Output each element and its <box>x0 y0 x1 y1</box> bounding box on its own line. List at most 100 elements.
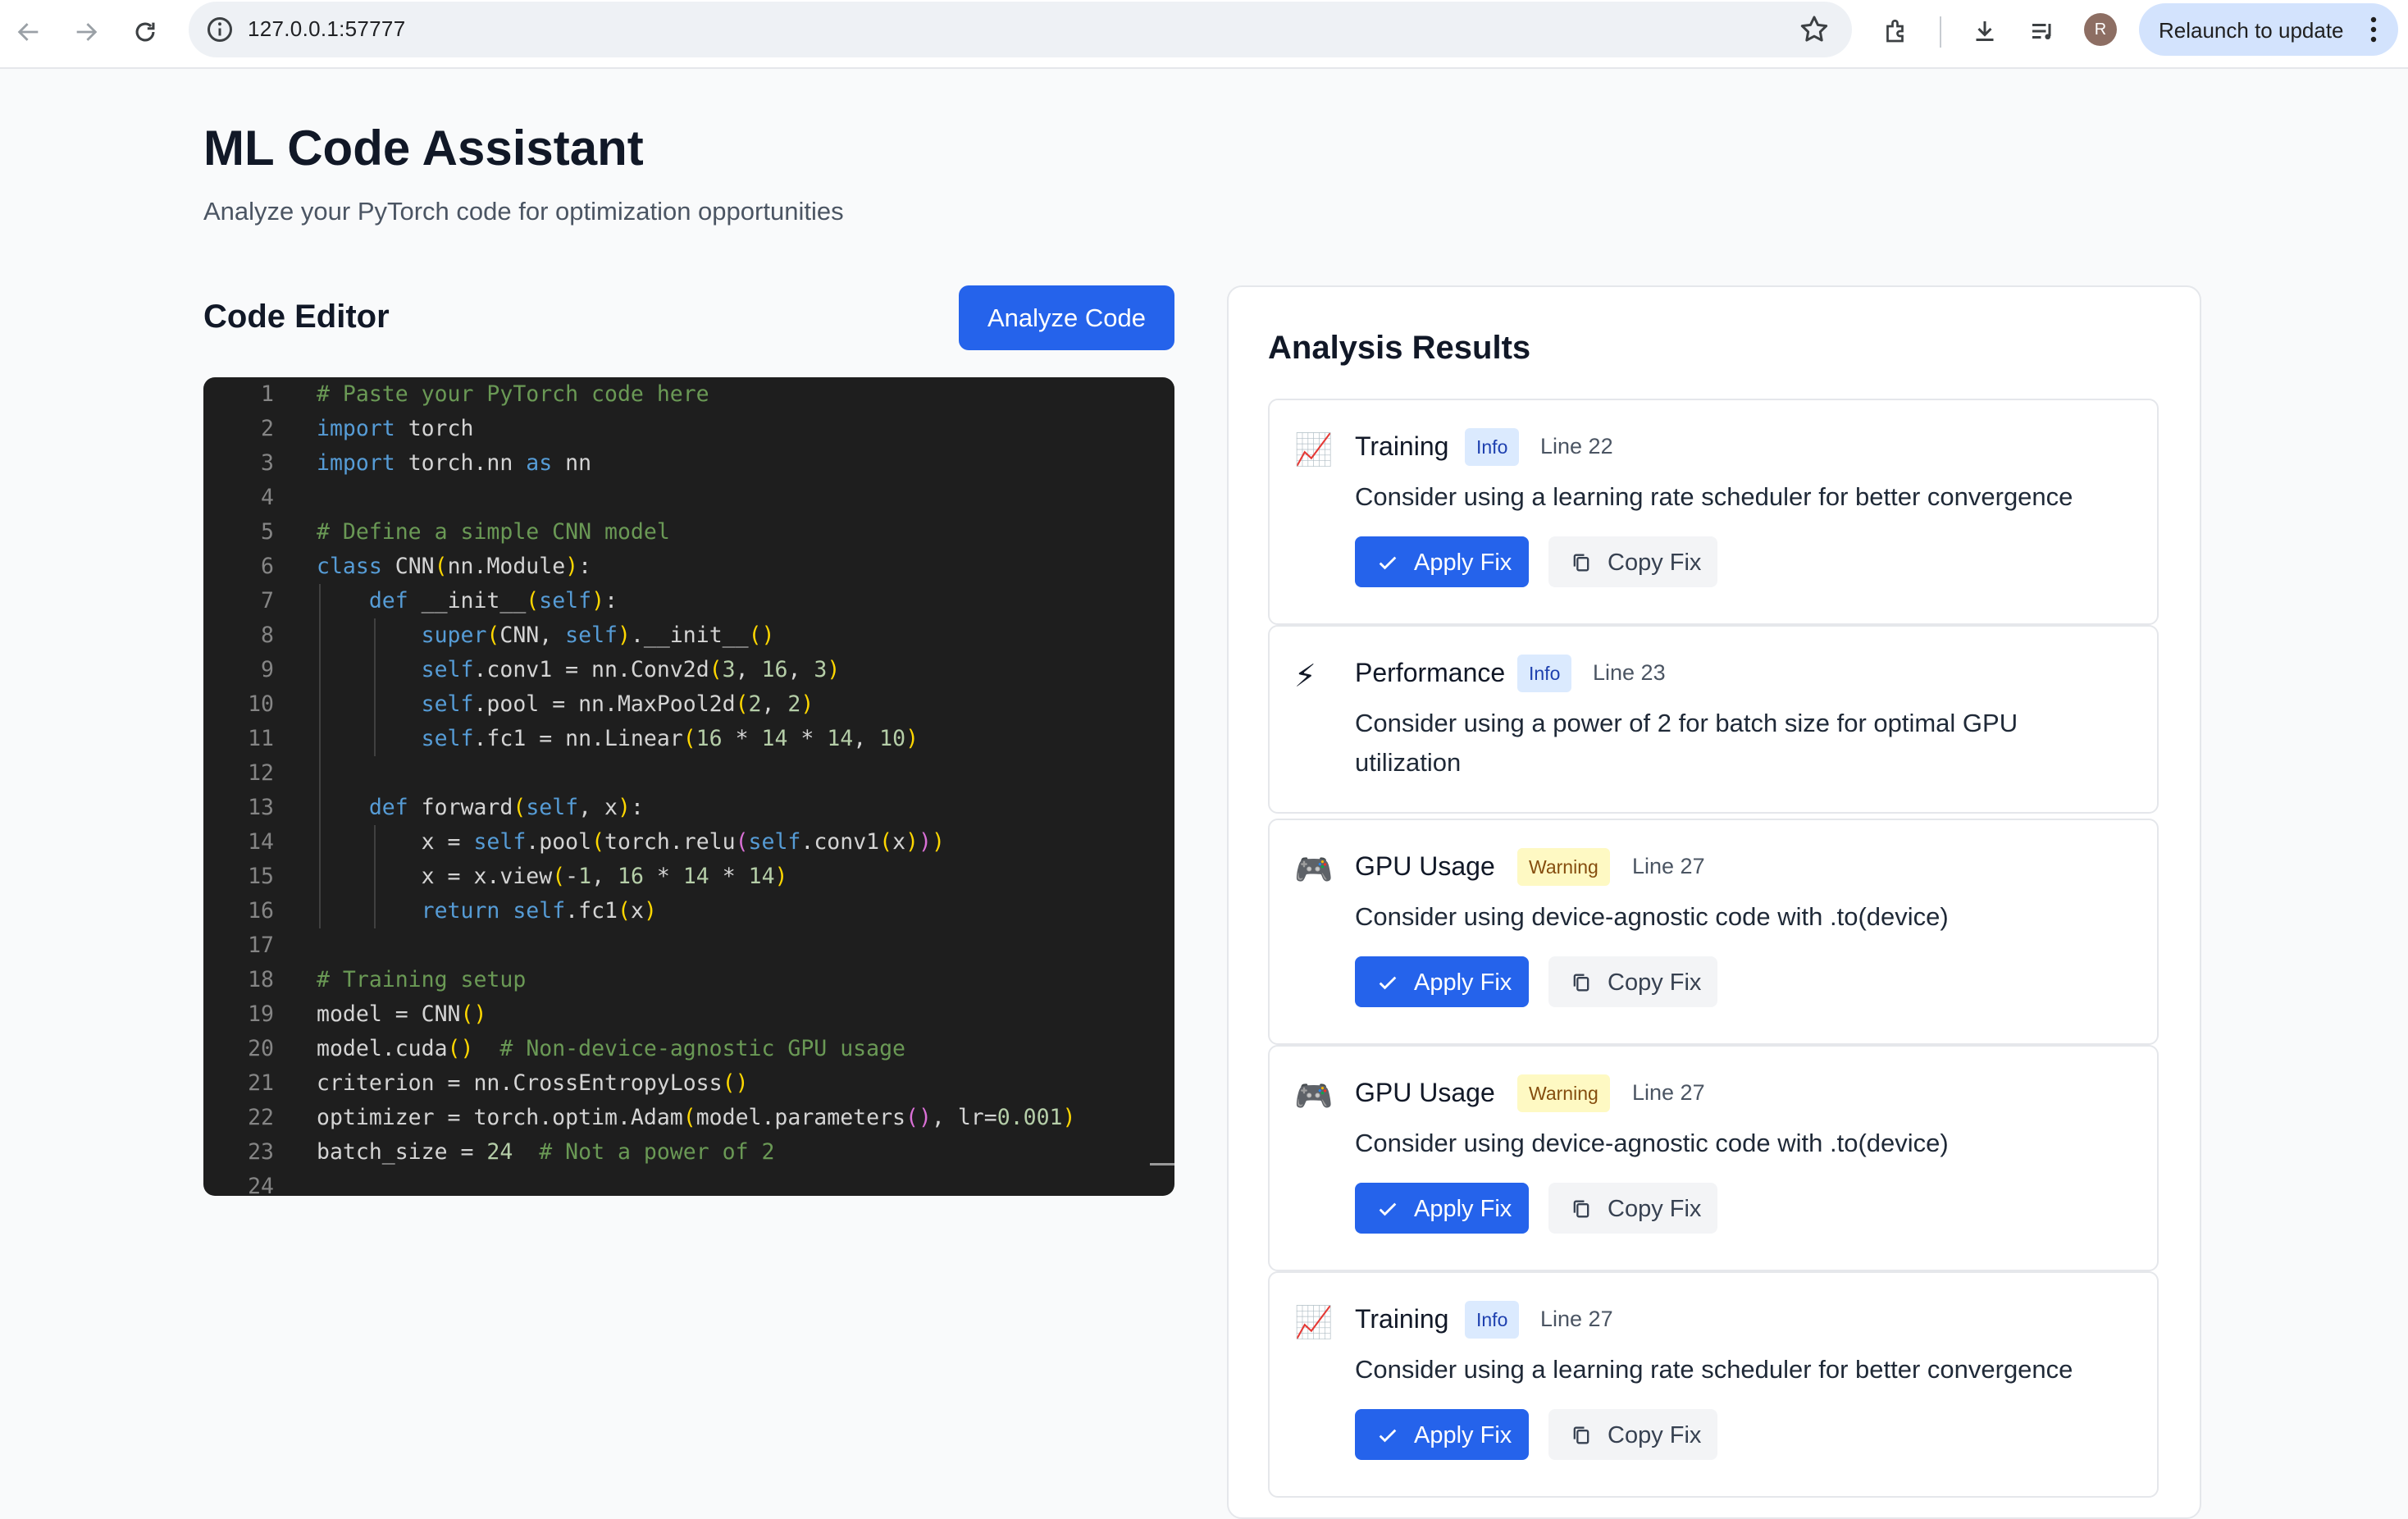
code-text[interactable]: x = self.pool(torch.relu(self.conv1(x))) <box>317 825 945 860</box>
code-text[interactable]: return self.fc1(x) <box>317 894 657 928</box>
code-line[interactable]: 14 x = self.pool(torch.relu(self.conv1(x… <box>203 825 1174 860</box>
line-number: 5 <box>261 519 274 545</box>
page-subtitle: Analyze your PyTorch code for optimizati… <box>203 197 844 226</box>
editor-scrollbar[interactable] <box>1150 1163 1174 1165</box>
code-line[interactable]: 13 def forward(self, x): <box>203 791 1174 825</box>
relaunch-label: Relaunch to update <box>2159 18 2344 43</box>
apply-fix-button[interactable]: Apply Fix <box>1355 536 1529 587</box>
severity-badge: Info <box>1517 655 1572 692</box>
copy-fix-button[interactable]: Copy Fix <box>1548 1183 1717 1234</box>
apply-fix-button[interactable]: Apply Fix <box>1355 1183 1529 1234</box>
code-line[interactable]: 15 x = x.view(-1, 16 * 14 * 14) <box>203 860 1174 894</box>
download-icon[interactable] <box>1967 13 2003 49</box>
bookmark-star-icon[interactable] <box>1798 13 1831 46</box>
line-number: 3 <box>261 450 274 476</box>
code-text[interactable]: x = x.view(-1, 16 * 14 * 14) <box>317 860 788 894</box>
copy-fix-button[interactable]: Copy Fix <box>1548 1409 1717 1460</box>
back-arrow-icon[interactable] <box>10 13 48 51</box>
line-number: 6 <box>261 554 274 579</box>
result-card: ⚡ Performance Info Line 23 Consider using a … <box>1268 625 2159 814</box>
indent-guide <box>374 618 376 756</box>
media-controls-icon[interactable] <box>2024 13 2060 49</box>
code-line[interactable]: 16 return self.fc1(x) <box>203 894 1174 928</box>
code-line[interactable]: 24 <box>203 1170 1174 1196</box>
result-line-ref: Line 23 <box>1593 660 1666 685</box>
result-message: Consider using device-agnostic code with… <box>1355 902 1949 931</box>
code-line[interactable]: 2 import torch <box>203 412 1174 446</box>
severity-badge: Warning <box>1517 1074 1610 1112</box>
code-line[interactable]: 12 <box>203 756 1174 791</box>
code-line[interactable]: 9 self.conv1 = nn.Conv2d(3, 16, 3) <box>203 653 1174 687</box>
code-line[interactable]: 17 <box>203 928 1174 963</box>
code-text[interactable]: optimizer = torch.optim.Adam(model.param… <box>317 1101 1075 1135</box>
url-text[interactable]: 127.0.0.1:57777 <box>248 16 405 42</box>
code-text[interactable]: # Paste your PyTorch code here <box>317 377 709 412</box>
code-line[interactable]: 18 # Training setup <box>203 963 1174 997</box>
code-line[interactable]: 8 super(CNN, self).__init__() <box>203 618 1174 653</box>
address-bar[interactable]: 127.0.0.1:57777 <box>189 2 1852 57</box>
code-text[interactable]: self.fc1 = nn.Linear(16 * 14 * 14, 10) <box>317 722 919 756</box>
code-line[interactable]: 21 criterion = nn.CrossEntropyLoss() <box>203 1066 1174 1101</box>
code-text[interactable]: class CNN(nn.Module): <box>317 550 591 584</box>
copy-fix-label: Copy Fix <box>1608 1422 1702 1448</box>
line-number: 2 <box>261 416 274 441</box>
apply-fix-button[interactable]: Apply Fix <box>1355 956 1529 1007</box>
code-text[interactable]: # Training setup <box>317 963 526 997</box>
checkmark-icon <box>1379 1202 1397 1216</box>
code-text[interactable]: def forward(self, x): <box>317 791 644 825</box>
code-line[interactable]: 10 self.pool = nn.MaxPool2d(2, 2) <box>203 687 1174 722</box>
line-number: 18 <box>248 967 274 992</box>
apply-fix-label: Apply Fix <box>1414 969 1512 996</box>
analysis-results-heading: Analysis Results <box>1268 330 1531 366</box>
code-text[interactable]: def __init__(self): <box>317 584 618 618</box>
code-line[interactable]: 7 def __init__(self): <box>203 584 1174 618</box>
relaunch-to-update-button[interactable]: Relaunch to update <box>2139 3 2398 56</box>
code-text[interactable]: criterion = nn.CrossEntropyLoss() <box>317 1066 749 1101</box>
profile-avatar[interactable]: R <box>2084 13 2117 46</box>
code-editor-heading: Code Editor <box>203 299 390 335</box>
analyze-code-button[interactable]: Analyze Code <box>959 285 1174 350</box>
line-number: 14 <box>248 829 274 855</box>
code-text[interactable]: model.cuda() # Non-device-agnostic GPU u… <box>317 1032 905 1066</box>
code-line[interactable]: 20 model.cuda() # Non-device-agnostic GPU… <box>203 1032 1174 1066</box>
line-number: 10 <box>248 691 274 717</box>
reload-icon[interactable] <box>126 13 164 51</box>
code-text[interactable]: super(CNN, self).__init__() <box>317 618 775 653</box>
gamepad-icon: 🎮 <box>1294 853 1334 887</box>
copy-icon <box>1573 1200 1589 1218</box>
code-text[interactable]: import torch.nn as nn <box>317 446 591 481</box>
code-text[interactable]: # Define a simple CNN model <box>317 515 670 550</box>
code-line[interactable]: 4 <box>203 481 1174 515</box>
extensions-icon[interactable] <box>1878 13 1914 49</box>
result-card: 🎮 GPU Usage Warning Line 27 Consider using d… <box>1268 1045 2159 1271</box>
site-info-icon[interactable] <box>205 15 235 44</box>
code-line[interactable]: 19 model = CNN() <box>203 997 1174 1032</box>
forward-arrow-icon[interactable] <box>67 13 105 51</box>
copy-fix-label: Copy Fix <box>1608 1196 1702 1222</box>
line-number: 22 <box>248 1105 274 1130</box>
code-line[interactable]: 11 self.fc1 = nn.Linear(16 * 14 * 14, 10… <box>203 722 1174 756</box>
line-number: 9 <box>261 657 274 682</box>
code-line[interactable]: 3 import torch.nn as nn <box>203 446 1174 481</box>
line-number: 12 <box>248 760 274 786</box>
toolbar-separator <box>1940 16 1941 48</box>
copy-fix-button[interactable]: Copy Fix <box>1548 956 1717 1007</box>
code-line[interactable]: 22 optimizer = torch.optim.Adam(model.par… <box>203 1101 1174 1135</box>
code-line[interactable]: 1 # Paste your PyTorch code here <box>203 377 1174 412</box>
apply-fix-button[interactable]: Apply Fix <box>1355 1409 1529 1460</box>
code-line[interactable]: 6 class CNN(nn.Module): <box>203 550 1174 584</box>
code-text[interactable]: import torch <box>317 412 473 446</box>
line-number: 23 <box>248 1139 274 1165</box>
result-category: Training <box>1355 431 1449 461</box>
code-text[interactable]: self.conv1 = nn.Conv2d(3, 16, 3) <box>317 653 841 687</box>
copy-fix-button[interactable]: Copy Fix <box>1548 536 1717 587</box>
checkmark-icon <box>1379 556 1397 570</box>
code-editor[interactable]: 1 # Paste your PyTorch code here 2 import t… <box>203 377 1174 1196</box>
more-vertical-icon <box>2370 16 2377 43</box>
code-text[interactable]: self.pool = nn.MaxPool2d(2, 2) <box>317 687 814 722</box>
code-text[interactable]: model = CNN() <box>317 997 486 1032</box>
code-line[interactable]: 23 batch_size = 24 # Not a power of 2 <box>203 1135 1174 1170</box>
code-text[interactable]: batch_size = 24 # Not a power of 2 <box>317 1135 774 1170</box>
code-line[interactable]: 5 # Define a simple CNN model <box>203 515 1174 550</box>
result-message: Consider using a learning rate scheduler… <box>1355 482 2073 511</box>
